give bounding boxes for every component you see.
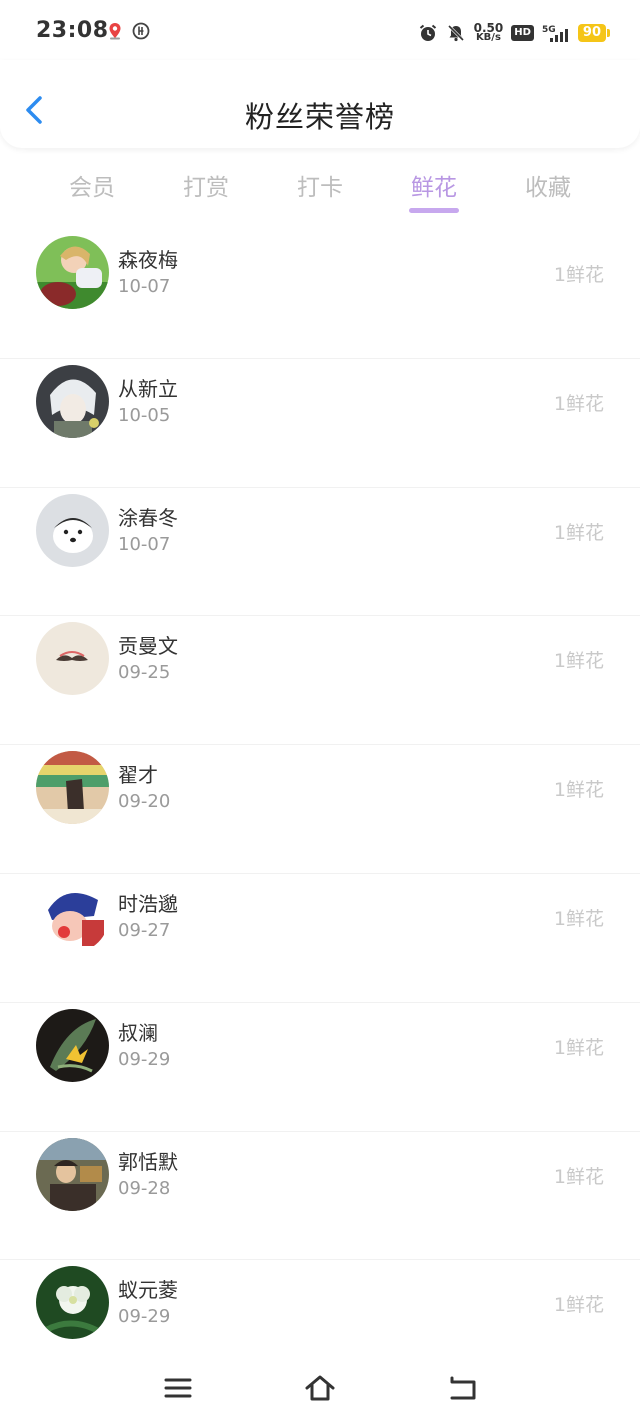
back-nav-button[interactable] — [444, 1372, 480, 1404]
status-icons: 0.50 KB/s HD 5G 90 — [418, 20, 611, 46]
back-icon — [450, 1376, 476, 1400]
avatar — [36, 751, 109, 825]
fan-name: 森夜梅 — [118, 248, 178, 272]
app-notification-icon — [132, 22, 150, 40]
flower-count: 1鲜花 — [553, 521, 604, 544]
tab-members[interactable]: 会员 — [35, 168, 149, 202]
avatar — [36, 236, 109, 309]
fan-date: 10-05 — [118, 404, 171, 426]
list-item[interactable]: 时浩邈 09-27 1鲜花 — [0, 872, 640, 1002]
list-item[interactable]: 贡曼文 09-25 1鲜花 — [0, 615, 640, 744]
flower-count: 1鲜花 — [553, 650, 604, 673]
flower-count: 1鲜花 — [553, 392, 604, 415]
tab-favorites[interactable]: 收藏 — [491, 168, 605, 202]
tab-flowers[interactable]: 鲜花 — [377, 168, 491, 202]
location-pin-icon — [109, 23, 121, 40]
alarm-icon — [419, 24, 436, 41]
list-item[interactable]: 郭恬默 09-28 1鲜花 — [0, 1130, 640, 1260]
system-nav-bar — [0, 1352, 640, 1422]
fan-name: 叔澜 — [118, 1020, 158, 1045]
avatar — [36, 364, 109, 438]
menu-button[interactable] — [160, 1372, 196, 1404]
network-speed: 0.50 KB/s — [474, 22, 504, 43]
header-bar: 粉丝荣誉榜 — [0, 60, 640, 148]
list-item[interactable]: 从新立 10-05 1鲜花 — [0, 357, 640, 487]
fan-date: 09-29 — [118, 1306, 171, 1328]
active-tab-indicator — [409, 208, 459, 213]
signal-label: 5G — [542, 25, 556, 35]
fan-date: 09-28 — [118, 1177, 171, 1199]
list-item[interactable]: 叔澜 09-29 1鲜花 — [0, 1001, 640, 1131]
fan-date: 09-29 — [118, 1048, 171, 1070]
flower-count: 1鲜花 — [553, 1294, 604, 1317]
fan-name: 涂春冬 — [118, 505, 178, 530]
flower-count: 1鲜花 — [553, 779, 604, 802]
page-title: 粉丝荣誉榜 — [244, 100, 395, 134]
menu-icon — [164, 1378, 192, 1398]
status-bar: 23:08 0.50 KB/s HD 5G 90 — [0, 0, 640, 64]
battery-indicator: 90 — [577, 24, 611, 42]
fan-list: 森夜梅 10-07 1鲜花 从新立 10-05 1鲜花 涂春冬 10-07 1鲜… — [0, 230, 640, 1388]
fan-date: 10-07 — [118, 276, 171, 297]
fan-date: 09-25 — [118, 662, 171, 684]
fan-name: 从新立 — [118, 376, 178, 401]
tab-bar: 会员 打赏 打卡 鲜花 收藏 — [35, 160, 605, 220]
avatar — [36, 1137, 109, 1211]
fan-date: 09-27 — [118, 919, 171, 941]
signal-5g-icon: 5G — [542, 25, 568, 42]
fan-date: 10-07 — [118, 533, 171, 555]
avatar — [36, 879, 109, 953]
fan-name: 贡曼文 — [118, 634, 178, 659]
tab-checkin[interactable]: 打卡 — [263, 168, 377, 202]
tab-rewards[interactable]: 打赏 — [149, 168, 263, 202]
hd-badge: HD — [511, 25, 534, 41]
fan-name: 时浩邈 — [118, 891, 178, 916]
avatar — [36, 493, 109, 567]
network-speed-unit: KB/s — [475, 32, 501, 43]
list-item[interactable]: 翟才 09-20 1鲜花 — [0, 744, 640, 873]
flower-count: 1鲜花 — [553, 1036, 604, 1059]
flower-count: 1鲜花 — [553, 907, 604, 930]
avatar — [36, 1266, 109, 1340]
fan-name: 郭恬默 — [118, 1149, 178, 1174]
flower-count: 1鲜花 — [553, 1165, 604, 1188]
mute-bell-icon — [447, 24, 464, 42]
avatar — [36, 622, 109, 696]
list-item[interactable]: 森夜梅 10-07 1鲜花 — [0, 230, 640, 358]
list-item[interactable]: 涂春冬 10-07 1鲜花 — [0, 486, 640, 616]
flower-count: 1鲜花 — [553, 264, 604, 286]
home-icon — [305, 1375, 335, 1401]
fan-date: 09-20 — [118, 791, 171, 813]
fan-name: 翟才 — [118, 763, 158, 788]
avatar — [36, 1008, 109, 1082]
status-time: 23:08 — [36, 18, 109, 43]
fan-name: 蚁元菱 — [118, 1278, 178, 1303]
home-button[interactable] — [302, 1372, 338, 1404]
